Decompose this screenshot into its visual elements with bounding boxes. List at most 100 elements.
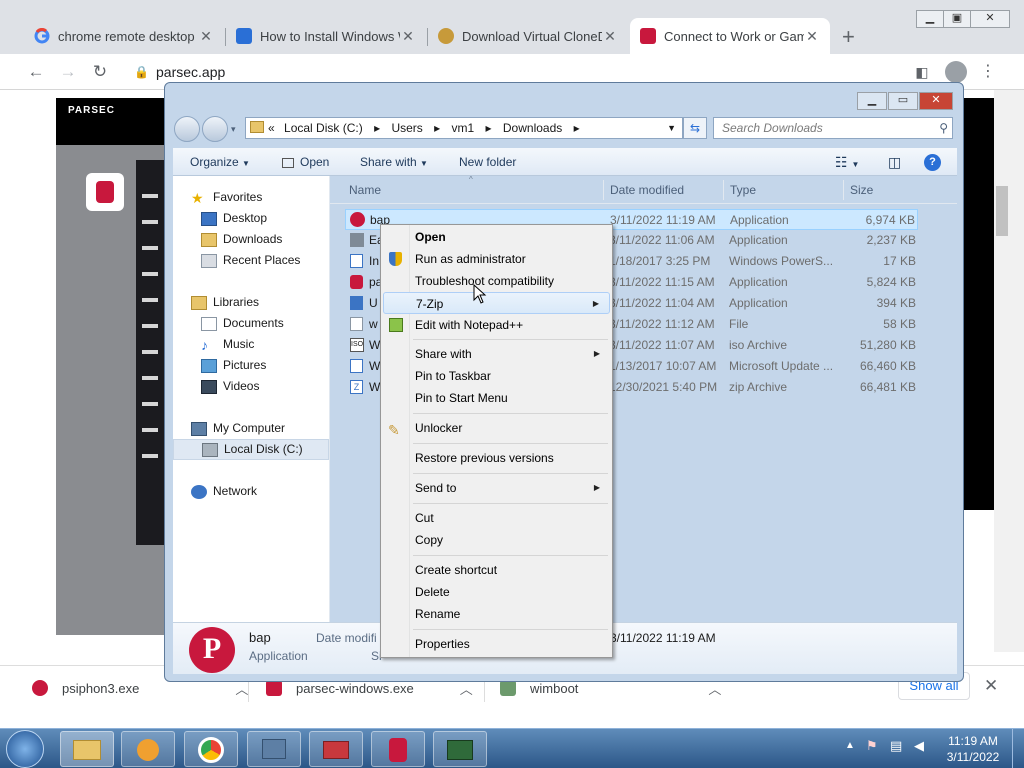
- new-tab-icon[interactable]: +: [842, 24, 855, 50]
- search-input[interactable]: Search Downloads ⚲: [713, 117, 953, 139]
- explorer-minimize-icon[interactable]: ▁: [857, 92, 887, 110]
- nav-documents[interactable]: Documents: [201, 313, 284, 334]
- tray-flag-icon[interactable]: ⚑: [866, 738, 878, 754]
- breadcrumb-overflow[interactable]: «: [268, 121, 275, 135]
- tray-volume-icon[interactable]: ◀: [914, 738, 924, 754]
- refresh-icon[interactable]: ⇆: [683, 117, 707, 139]
- nav-my-computer[interactable]: My Computer: [191, 418, 285, 439]
- chevron-right-icon[interactable]: ▸: [434, 121, 440, 135]
- menu-share-with[interactable]: Share with ▶: [383, 343, 610, 365]
- start-button-icon[interactable]: [6, 730, 44, 768]
- column-divider[interactable]: [723, 180, 724, 200]
- new-folder-button[interactable]: New folder: [459, 148, 516, 176]
- breadcrumb-users[interactable]: Users: [391, 121, 422, 135]
- menu-properties[interactable]: Properties: [383, 633, 610, 655]
- nav-downloads[interactable]: Downloads: [201, 229, 282, 250]
- tab-install-windows[interactable]: How to Install Windows W ✕: [226, 18, 426, 54]
- show-desktop-button[interactable]: [1012, 729, 1024, 768]
- menu-pin-start[interactable]: Pin to Start Menu: [383, 387, 610, 409]
- breadcrumb-downloads[interactable]: Downloads: [503, 121, 562, 135]
- scrollbar-thumb[interactable]: [996, 186, 1008, 236]
- reload-icon[interactable]: ↻: [90, 62, 110, 82]
- column-date[interactable]: Date modified: [610, 176, 684, 204]
- back-button-icon[interactable]: [174, 116, 200, 142]
- view-options-icon[interactable]: ☷ ▼: [835, 148, 859, 176]
- column-size[interactable]: Size: [850, 176, 873, 204]
- nav-local-disk[interactable]: Local Disk (C:): [173, 439, 329, 460]
- explorer-close-icon[interactable]: ✕: [919, 92, 953, 110]
- nav-libraries[interactable]: Libraries: [191, 292, 259, 313]
- nav-pictures[interactable]: Pictures: [201, 355, 266, 376]
- profile-avatar-icon[interactable]: [945, 61, 967, 83]
- menu-send-to[interactable]: Send to ▶: [383, 477, 610, 499]
- taskbar-explorer-icon[interactable]: [60, 731, 114, 767]
- preview-pane-icon[interactable]: ◫: [888, 148, 901, 176]
- taskbar-terminal-icon[interactable]: [433, 731, 487, 767]
- file-size: 51,280 KB: [859, 338, 916, 352]
- menu-rename[interactable]: Rename: [383, 603, 610, 625]
- menu-troubleshoot[interactable]: Troubleshoot compatibility: [383, 270, 610, 292]
- column-name[interactable]: Name: [349, 176, 381, 204]
- breadcrumb-vm1[interactable]: vm1: [452, 121, 475, 135]
- tab-chrome-remote-desktop[interactable]: chrome remote desktop - ✕: [24, 18, 224, 54]
- nav-desktop[interactable]: Desktop: [201, 208, 267, 229]
- menu-create-shortcut[interactable]: Create shortcut: [383, 559, 610, 581]
- menu-7zip[interactable]: 7-Zip ▶: [383, 292, 610, 314]
- nav-music[interactable]: ♪ Music: [201, 334, 254, 355]
- taskbar-parsec-icon[interactable]: [371, 731, 425, 767]
- tab-close-icon[interactable]: ✕: [198, 28, 214, 45]
- page-scrollbar[interactable]: [994, 90, 1024, 652]
- column-divider[interactable]: [843, 180, 844, 200]
- side-panel-icon[interactable]: ◧: [912, 62, 932, 82]
- address-dropdown-icon[interactable]: ▼: [667, 118, 676, 138]
- share-with-button[interactable]: Share with ▼: [360, 148, 428, 176]
- organize-button[interactable]: Organize ▼: [190, 148, 250, 176]
- open-button[interactable]: Open: [282, 148, 329, 176]
- taskbar-media-player-icon[interactable]: [121, 731, 175, 767]
- menu-pin-taskbar[interactable]: Pin to Taskbar: [383, 365, 610, 387]
- minimize-icon[interactable]: ▁: [916, 10, 944, 28]
- tab-virtual-clonedrive[interactable]: Download Virtual CloneDr ✕: [428, 18, 628, 54]
- tab-parsec[interactable]: Connect to Work or Game ✕: [630, 18, 830, 54]
- nav-favorites[interactable]: ★ Favorites: [191, 187, 262, 208]
- menu-delete[interactable]: Delete: [383, 581, 610, 603]
- tab-close-icon[interactable]: ✕: [602, 28, 618, 45]
- taskbar-toolbox-icon[interactable]: [309, 731, 363, 767]
- menu-cut[interactable]: Cut: [383, 507, 610, 529]
- tab-close-icon[interactable]: ✕: [400, 28, 416, 45]
- parsec-tool-icons[interactable]: [142, 180, 158, 480]
- clock[interactable]: 11:19 AM 3/11/2022: [940, 733, 1006, 765]
- menu-restore-versions[interactable]: Restore previous versions: [383, 447, 610, 469]
- explorer-maximize-icon[interactable]: ▭: [888, 92, 918, 110]
- taskbar-chrome-icon[interactable]: [184, 731, 238, 767]
- tray-network-icon[interactable]: ▤: [890, 738, 902, 754]
- menu-copy[interactable]: Copy: [383, 529, 610, 551]
- menu-unlocker[interactable]: ✎ Unlocker: [383, 417, 610, 439]
- nav-recent-places[interactable]: Recent Places: [201, 250, 300, 271]
- close-downloads-icon[interactable]: ✕: [984, 676, 998, 696]
- tray-expand-icon[interactable]: ▲: [845, 740, 855, 751]
- recent-pages-icon[interactable]: ▾: [231, 124, 236, 135]
- back-icon[interactable]: ←: [26, 62, 46, 82]
- file-size: 58 KB: [883, 317, 916, 331]
- maximize-icon[interactable]: ▣: [943, 10, 971, 28]
- chevron-right-icon[interactable]: ▸: [486, 121, 492, 135]
- explorer-address-bar[interactable]: « Local Disk (C:) ▸ Users ▸ vm1 ▸ Downlo…: [245, 117, 683, 139]
- menu-run-as-admin[interactable]: Run as administrator: [383, 248, 610, 270]
- forward-button-icon[interactable]: [202, 116, 228, 142]
- taskbar-network-icon[interactable]: [247, 731, 301, 767]
- help-icon[interactable]: ?: [924, 154, 941, 171]
- tab-close-icon[interactable]: ✕: [804, 28, 820, 45]
- menu-open[interactable]: Open: [383, 226, 610, 248]
- menu-notepad[interactable]: Edit with Notepad++: [383, 314, 610, 336]
- nav-network[interactable]: Network: [191, 481, 257, 502]
- column-divider[interactable]: [603, 180, 604, 200]
- nav-videos[interactable]: Videos: [201, 376, 259, 397]
- close-icon[interactable]: ✕: [970, 10, 1010, 28]
- forward-icon[interactable]: →: [58, 62, 78, 82]
- column-type[interactable]: Type: [730, 176, 756, 204]
- chevron-right-icon[interactable]: ▸: [374, 121, 380, 135]
- menu-dots-icon[interactable]: ⋮: [978, 62, 998, 82]
- breadcrumb-local-disk[interactable]: Local Disk (C:): [284, 121, 363, 135]
- chevron-right-icon[interactable]: ▸: [574, 121, 580, 135]
